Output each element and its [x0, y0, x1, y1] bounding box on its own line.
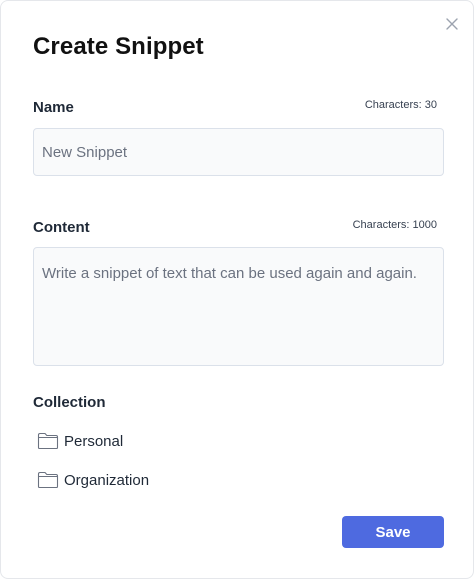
content-label: Content: [33, 219, 90, 236]
collection-item-personal[interactable]: Personal: [37, 432, 123, 450]
content-char-limit: Characters: 1000: [352, 219, 437, 231]
dialog-title: Create Snippet: [33, 33, 204, 60]
name-label: Name: [33, 99, 74, 116]
name-input[interactable]: [33, 128, 444, 176]
folder-icon: [37, 471, 59, 489]
save-button[interactable]: Save: [342, 516, 444, 548]
collection-item-organization[interactable]: Organization: [37, 471, 149, 489]
close-icon[interactable]: [446, 18, 458, 30]
collection-item-label: Personal: [64, 432, 124, 450]
content-textarea[interactable]: [33, 247, 444, 366]
name-char-limit: Characters: 30: [364, 99, 437, 111]
folder-icon: [37, 432, 59, 450]
close-button[interactable]: [442, 14, 462, 34]
collection-label: Collection: [33, 394, 106, 411]
create-snippet-dialog: Create Snippet Name Characters: 30 Conte…: [0, 0, 474, 579]
collection-item-label: Organization: [64, 471, 150, 489]
